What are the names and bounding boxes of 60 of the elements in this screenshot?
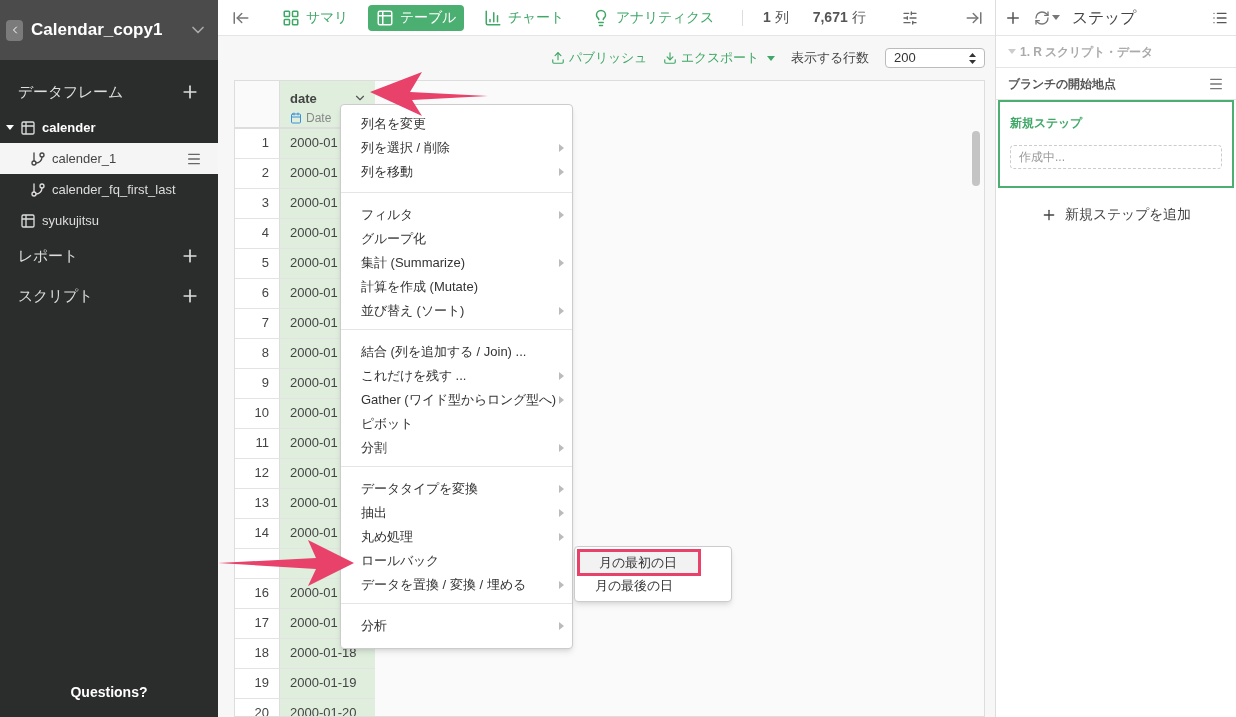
step-input-field[interactable]: 作成中...: [1010, 145, 1222, 169]
add-step-button[interactable]: 新規ステップを追加: [1041, 204, 1191, 225]
section-title: スクリプト: [18, 285, 94, 306]
upload-icon: [551, 51, 565, 65]
row-number: 2: [235, 158, 280, 188]
row-number: 9: [235, 368, 280, 398]
row-number: 4: [235, 218, 280, 248]
dataframe-name: calender: [42, 118, 97, 137]
dataframe-name: syukujitsu: [42, 211, 101, 230]
row-number: 12: [235, 458, 280, 488]
section-title: レポート: [18, 245, 79, 266]
count-label: 7,671 行: [812, 8, 866, 27]
scrollbar-thumb[interactable]: [972, 131, 980, 186]
row-number: 7: [235, 308, 280, 338]
refresh-icon[interactable]: [1034, 9, 1050, 26]
settings-sliders-icon[interactable]: [901, 9, 918, 26]
sidebar-item[interactable]: syukujitsu: [0, 205, 218, 236]
download-icon: [663, 51, 677, 65]
row-number: 13: [235, 488, 280, 518]
count-label: 1 列: [763, 8, 789, 27]
table-icon: [20, 212, 36, 229]
project-title: Calendar_copy1: [31, 19, 164, 42]
grid-icon: [282, 8, 300, 27]
caret-down-icon[interactable]: [6, 125, 14, 130]
sidebar-item[interactable]: calender_1: [0, 143, 218, 174]
rows-select[interactable]: 200: [885, 48, 985, 68]
row-number: 6: [235, 278, 280, 308]
questions-link[interactable]: Questions?: [70, 681, 148, 703]
back-button[interactable]: [6, 19, 23, 41]
row-number: 17: [235, 608, 280, 638]
row-number: 11: [235, 428, 280, 458]
rows-label: 表示する行数: [791, 49, 869, 68]
panel-title: ステップ: [1072, 7, 1138, 28]
sidebar-item[interactable]: calender: [0, 112, 218, 143]
row-number: 10: [235, 398, 280, 428]
section-title: データフレーム: [18, 81, 124, 102]
menu-item[interactable]: ロールバック: [341, 549, 572, 573]
row-number: 8: [235, 338, 280, 368]
row-number: 16: [235, 578, 280, 608]
submenu-item[interactable]: 月の最初の日: [579, 551, 699, 574]
row-number: 14: [235, 518, 280, 548]
table-icon: [20, 119, 36, 136]
calendar-icon: [290, 111, 302, 124]
branch-icon: [30, 150, 46, 167]
branch-start-label: ブランチの開始地点: [1008, 75, 1117, 93]
branch-icon: [30, 181, 46, 198]
bar-chart-icon: [484, 8, 502, 27]
row-number: 5: [235, 248, 280, 278]
dataframe-name: calender_fq_first_last: [52, 180, 177, 199]
dataframe-name: calender_1: [52, 149, 118, 168]
submenu-item[interactable]: 月の最後の日: [575, 574, 731, 597]
row-number: 1: [235, 128, 280, 158]
row-number: 3: [235, 188, 280, 218]
sidebar-item[interactable]: calender_fq_first_last: [0, 174, 218, 205]
step-title: 新規ステップ: [1010, 115, 1084, 132]
stepper-arrows-icon: [969, 52, 976, 64]
table-cell: 2000-01-19: [280, 668, 375, 698]
row-number: 19: [235, 668, 280, 698]
table-icon: [376, 8, 394, 27]
row-number: 18: [235, 638, 280, 668]
